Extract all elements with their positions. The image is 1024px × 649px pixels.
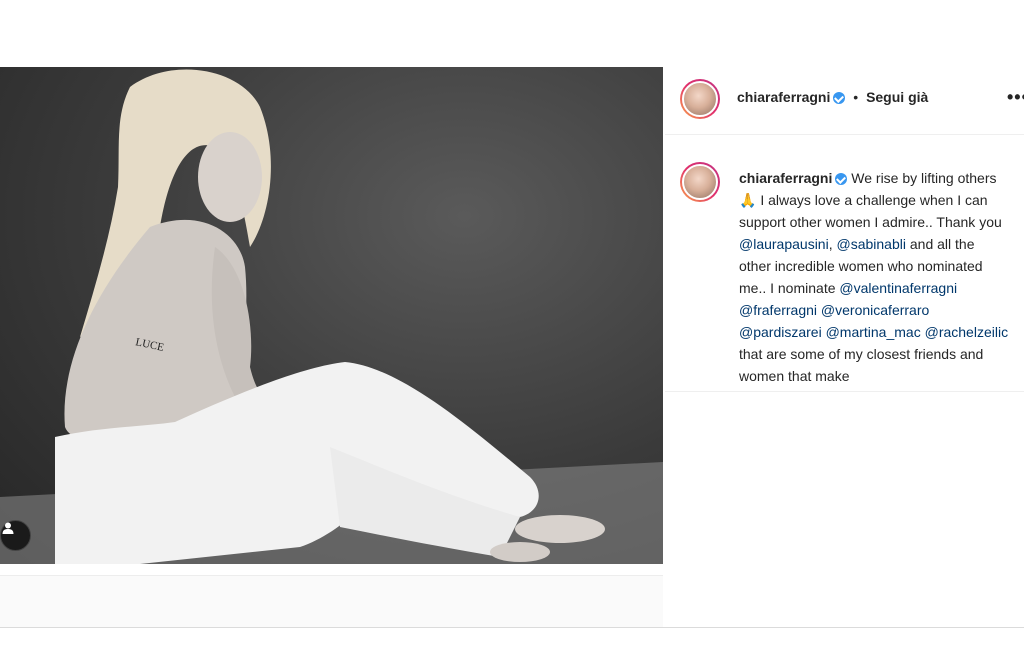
mention-link[interactable]: @fraferragni bbox=[739, 302, 817, 318]
comment-username[interactable]: chiaraferragni bbox=[739, 170, 832, 186]
post-photo: LUCE bbox=[0, 69, 663, 564]
author-username[interactable]: chiaraferragni bbox=[737, 89, 830, 105]
header-info: chiaraferragni • Segui già bbox=[737, 89, 928, 105]
more-options-icon[interactable]: ••• bbox=[1007, 87, 1024, 108]
mention-link[interactable]: @laurapausini bbox=[739, 236, 829, 252]
caption-segment: , bbox=[828, 236, 837, 252]
mention-link[interactable]: @pardiszarei bbox=[739, 324, 822, 340]
author-avatar[interactable] bbox=[680, 79, 720, 119]
caption-segment: that are some of my closest friends and … bbox=[739, 346, 984, 384]
post-image[interactable]: LUCE bbox=[0, 67, 663, 564]
verified-badge-icon bbox=[833, 92, 846, 105]
post-header: chiaraferragni • Segui già ••• bbox=[665, 67, 1024, 135]
mention-link[interactable]: @veronicaferraro bbox=[821, 302, 929, 318]
user-icon bbox=[2, 522, 14, 534]
mention-link[interactable]: @rachelzeilic bbox=[925, 324, 1008, 340]
follow-button[interactable]: Segui già bbox=[866, 89, 928, 105]
caption-text: chiaraferragni We rise by lifting others… bbox=[739, 167, 1009, 387]
bottom-area bbox=[0, 575, 663, 628]
mention-link[interactable]: @sabinabli bbox=[837, 236, 906, 252]
tagged-users-button[interactable] bbox=[0, 520, 31, 551]
verified-badge-icon bbox=[835, 173, 848, 186]
separator-dot: • bbox=[853, 89, 859, 105]
mention-link[interactable]: @valentinaferragni bbox=[839, 280, 957, 296]
mention-link[interactable]: @martina_mac bbox=[826, 324, 921, 340]
post-details-panel: chiaraferragni • Segui già ••• chiarafer… bbox=[665, 67, 1024, 615]
comment-avatar[interactable] bbox=[680, 162, 720, 202]
comments-divider bbox=[665, 391, 1024, 392]
bottom-divider bbox=[0, 627, 1024, 628]
